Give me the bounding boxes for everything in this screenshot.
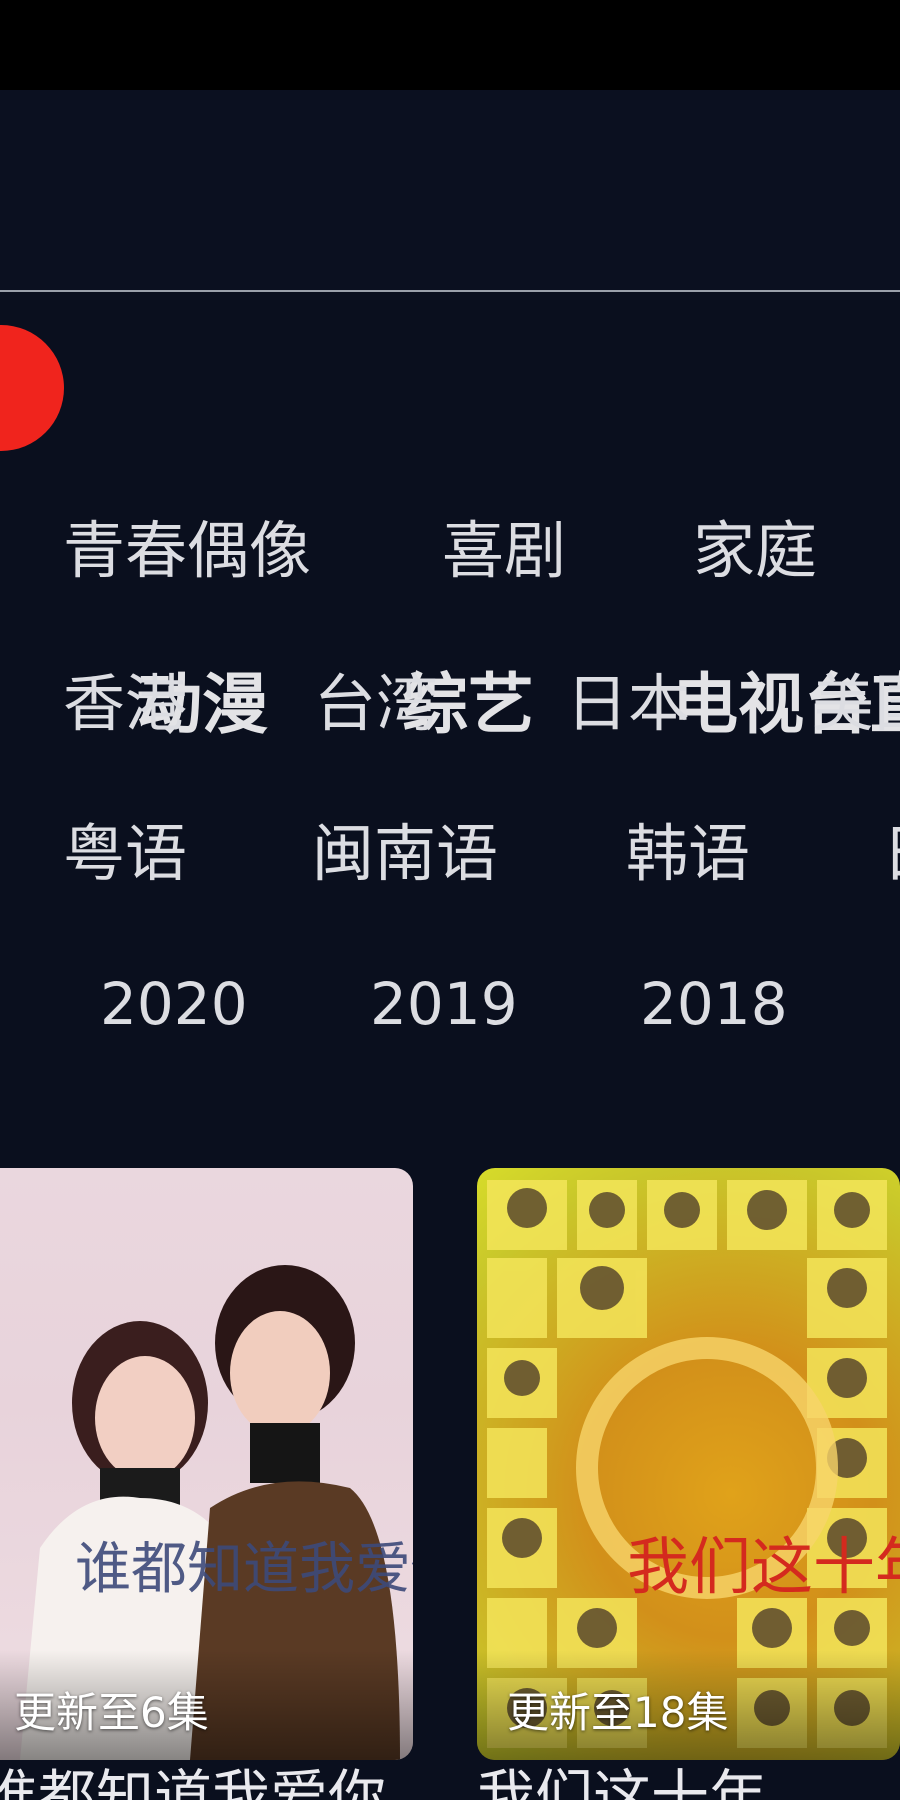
filter-row-language: 粤语 闽南语 韩语 日语 <box>0 823 900 943</box>
header-divider <box>0 290 900 292</box>
poster-title[interactable]: 我们这十年 <box>477 1768 767 1800</box>
filter-row-genre: 青春偶像 喜剧 家庭 <box>0 520 900 640</box>
filter-genre-comedy[interactable]: 喜剧 <box>442 520 566 582</box>
filter-genre-youth-idol[interactable]: 青春偶像 <box>63 520 311 582</box>
filter-year-2018[interactable]: 2018 <box>640 975 788 1033</box>
update-badge: 更新至6集 <box>14 1688 209 1737</box>
status-bar <box>0 0 900 90</box>
filter-genre-family[interactable]: 家庭 <box>693 520 817 582</box>
filter-language-korean[interactable]: 韩语 <box>626 823 750 885</box>
poster-artwork-text: 谁都知道我爱你 <box>75 1537 413 1602</box>
update-badge: 更新至18集 <box>507 1688 729 1737</box>
poster-card[interactable]: 我们这十年 更新至18集 <box>477 1168 900 1760</box>
poster-card[interactable]: 谁都知道我爱你 更新至6集 <box>0 1168 413 1760</box>
filter-region-japan[interactable]: 日本 <box>566 673 690 735</box>
poster-title[interactable]: 谁都知道我爱你 <box>0 1768 386 1800</box>
filter-row-year: 2020 2019 2018 <box>0 975 900 1095</box>
channel-tabs: 动漫 综艺 电视台直播 <box>0 320 900 738</box>
filter-language-minnan[interactable]: 闽南语 <box>312 823 498 885</box>
header-area <box>0 90 900 292</box>
filter-region-hongkong[interactable]: 香港 <box>63 673 187 735</box>
filter-region-taiwan[interactable]: 台湾 <box>314 673 438 735</box>
filter-row-region: 香港 台湾 日本 美国 <box>0 673 900 793</box>
filter-year-2020[interactable]: 2020 <box>100 975 248 1033</box>
filter-language-cantonese[interactable]: 粤语 <box>63 823 187 885</box>
filter-year-2019[interactable]: 2019 <box>370 975 518 1033</box>
filter-language-japanese[interactable]: 日语 <box>882 823 900 885</box>
filter-region-usa[interactable]: 美国 <box>812 673 900 735</box>
poster-artwork-text: 我们这十年 <box>627 1530 900 1603</box>
video-app-screen: 动漫 综艺 电视台直播 青春偶像 喜剧 家庭 香港 台湾 日本 美国 粤语 闽南… <box>0 0 900 1800</box>
